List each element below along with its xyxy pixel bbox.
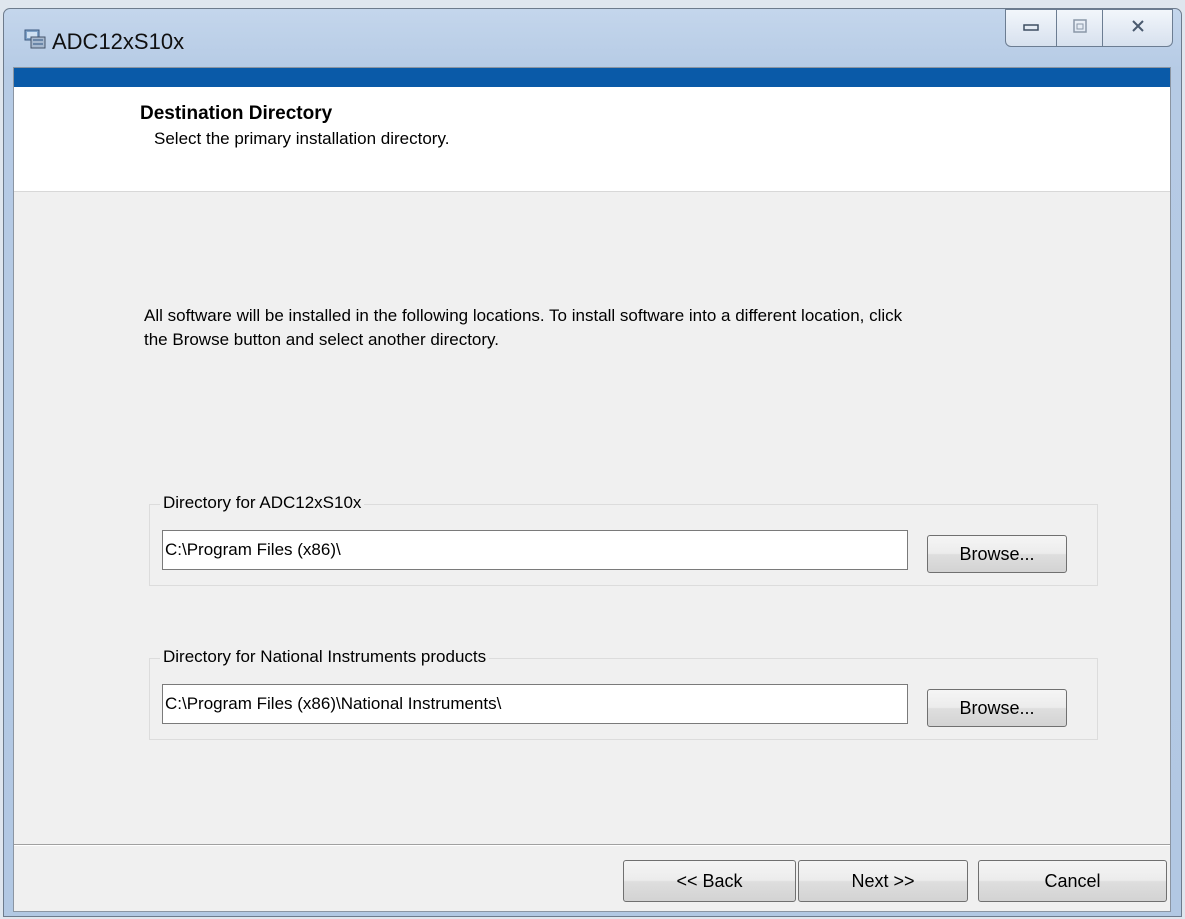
browse-button-ni[interactable]: Browse... bbox=[927, 689, 1067, 727]
maximize-button[interactable] bbox=[1057, 9, 1103, 47]
minimize-button[interactable] bbox=[1005, 9, 1057, 47]
installer-app-icon bbox=[24, 29, 46, 49]
directory-path-input-adc[interactable] bbox=[162, 530, 908, 570]
instructions-text: All software will be installed in the fo… bbox=[144, 306, 903, 349]
title-bar[interactable]: ADC12xS10x bbox=[4, 9, 1181, 67]
minimize-icon bbox=[1023, 19, 1039, 37]
page-subtitle: Select the primary installation director… bbox=[154, 129, 450, 148]
installer-window: ADC12xS10x Destination Directory Select … bbox=[3, 8, 1182, 917]
footer-divider bbox=[14, 844, 1170, 846]
window-title: ADC12xS10x bbox=[52, 29, 185, 54]
close-icon bbox=[1130, 18, 1146, 39]
next-button[interactable]: Next >> bbox=[798, 860, 968, 902]
directory-label-adc: Directory for ADC12xS10x bbox=[160, 493, 365, 513]
window-controls bbox=[1005, 9, 1173, 47]
wizard-header: Destination Directory Select the primary… bbox=[14, 87, 1170, 192]
directory-group-ni: Directory for National Instruments produ… bbox=[149, 647, 1098, 740]
maximize-icon bbox=[1072, 18, 1088, 39]
directory-label-ni: Directory for National Instruments produ… bbox=[160, 647, 490, 667]
page-title: Destination Directory bbox=[140, 103, 333, 124]
header-accent-strip bbox=[14, 68, 1170, 87]
browse-button-adc[interactable]: Browse... bbox=[927, 535, 1067, 573]
directory-group-adc: Directory for ADC12xS10x Browse... bbox=[149, 493, 1098, 586]
cancel-button[interactable]: Cancel bbox=[978, 860, 1167, 902]
directory-path-input-ni[interactable] bbox=[162, 684, 908, 724]
back-button[interactable]: << Back bbox=[623, 860, 796, 902]
dialog-client-area: Destination Directory Select the primary… bbox=[13, 67, 1171, 912]
close-button[interactable] bbox=[1103, 9, 1173, 47]
